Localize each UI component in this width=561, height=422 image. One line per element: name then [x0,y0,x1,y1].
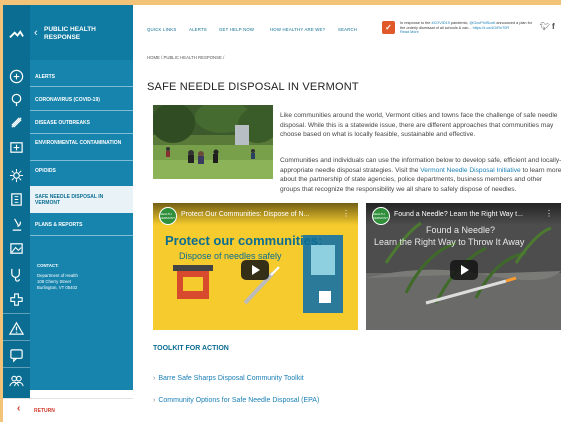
video-title[interactable]: Protect Our Communities: Dispose of N... [181,211,309,218]
breadcrumb[interactable]: HOME / PUBLIC HEALTH RESPONSE / [147,55,224,60]
rail-divider [3,340,30,341]
tweet-handle[interactable]: @GovPhilScott [469,21,495,25]
plus-icon[interactable] [8,291,25,308]
nav-item-label: PLANS & REPORTS [35,222,83,228]
top-link-alerts[interactable]: ALERTS [189,27,207,32]
twitter-icon[interactable]: 🐦︎ [540,22,550,31]
video-header: HEALTH VERMONT Found a Needle? Learn the… [366,203,561,225]
contact-label: CONTACT: [37,263,59,268]
body-paragraph: Communities and individuals can use the … [280,156,561,194]
nav-item-alerts[interactable]: ALERTS [30,71,133,83]
contact-block: CONTACT: Department of Health 108 Cherry… [37,263,129,291]
stethoscope-icon[interactable] [8,266,25,283]
chevron-right-icon: › [153,375,156,382]
toolkit-link-epa[interactable]: › Community Options for Safe Needle Dispo… [153,397,319,404]
tweet-url[interactable]: https://t.co/4GiRnT0R [473,26,510,30]
top-link-how-healthy[interactable]: HOW HEALTHY ARE WE? [270,27,325,32]
top-link-search[interactable]: SEARCH [338,27,357,32]
tweet-text-part: In response to the [400,21,432,25]
image-icon[interactable] [8,240,25,257]
chat-icon[interactable] [8,347,25,364]
vermont-logo-icon[interactable] [8,27,25,44]
nav-item-opioids[interactable]: OPIOIDS [30,165,133,177]
toolkit-heading: TOOLKIT FOR ACTION [153,345,229,352]
park-photo [153,105,273,179]
health-vermont-logo: HEALTH VERMONT [372,207,390,225]
nav-item-label: ENVIRONMENTAL CONTAMINATION [35,140,122,146]
nav-item-label: SAFE NEEDLE DISPOSAL IN VERMONT [35,194,104,206]
rail-divider [3,313,30,314]
chevron-left-icon: ‹ [17,403,21,414]
tweet-text-part: pandemic, [449,21,470,25]
video-found-a-needle[interactable]: HEALTH VERMONT Found a Needle? Learn the… [366,203,561,330]
nav-item-label: ALERTS [35,74,55,80]
social-feed-icon[interactable]: ✓ [382,21,395,34]
main-content: QUICK LINKS ALERTS GET HELP NOW HOW HEAL… [133,5,561,422]
rail-divider [3,367,30,368]
people-icon[interactable] [8,372,25,389]
top-link-get-help-now[interactable]: GET HELP NOW [219,27,254,32]
toolkit-link-label: Barre Safe Sharps Disposal Community Too… [158,375,304,382]
alert-icon[interactable] [8,68,25,85]
nav-item-disease-outbreaks[interactable]: DISEASE OUTBREAKS [30,117,133,129]
nav-divider [30,133,133,134]
top-link-quick-links[interactable]: QUICK LINKS [147,27,176,32]
nav-section-title: PUBLIC HEALTH RESPONSE [44,26,96,41]
toolkit-link-barre[interactable]: › Barre Safe Sharps Disposal Community To… [153,375,304,382]
nav-item-safe-needle-disposal[interactable]: SAFE NEEDLE DISPOSAL IN VERMONT [30,186,133,213]
chevron-right-icon: › [153,397,156,404]
facebook-icon[interactable]: f [552,22,555,31]
virus-icon[interactable] [8,91,25,108]
play-button[interactable] [450,260,478,280]
nav-header[interactable]: ‹ PUBLIC HEALTH RESPONSE [30,5,133,60]
building-icon[interactable] [8,191,25,208]
nav-item-coronavirus[interactable]: CORONAVIRUS (COVID-19) [30,94,133,106]
nav-divider [30,160,133,161]
warning-icon[interactable] [8,320,25,337]
video-overlay-line2: Learn the Right Way to Throw It Away [374,237,525,247]
nav-item-label: DISEASE OUTBREAKS [35,120,91,126]
contact-line: Burlington, VT 05402 [37,285,78,290]
intro-paragraph: Like communities around the world, Vermo… [280,112,558,139]
nav-item-environmental-contamination[interactable]: ENVIRONMENTAL CONTAMINATION [30,138,133,156]
tweet-read-more[interactable]: Read More [400,30,419,34]
nav-divider [30,235,133,236]
health-vermont-logo: HEALTH VERMONT [159,207,177,225]
return-label: RETURN [34,408,55,414]
icon-rail [3,5,30,422]
video-header: HEALTH VERMONT Protect Our Communities: … [153,203,358,225]
play-button[interactable] [241,260,269,280]
toolkit-link-label: Community Options for Safe Needle Dispos… [158,397,320,404]
chevron-left-icon[interactable]: ‹ [34,27,38,39]
microscope-icon[interactable] [8,216,25,233]
browser-frame: ‹ PUBLIC HEALTH RESPONSE ALERTS CORONAVI… [3,5,561,422]
page-title: SAFE NEEDLE DISPOSAL IN VERMONT [147,81,359,93]
tweet-hashtag[interactable]: #COVID19 [431,21,449,25]
video-overlay-line1: Found a Needle? [426,225,496,235]
sun-icon[interactable] [8,167,25,184]
return-button[interactable]: ‹ RETURN [3,398,133,422]
bug-icon[interactable] [8,114,25,131]
nav-item-label: OPIOIDS [35,168,56,174]
video-protect-communities[interactable]: HEALTH VERMONT Protect Our Communities: … [153,203,358,330]
video-headline: Protect our communities: [165,233,323,248]
nav-item-plans-reports[interactable]: PLANS & REPORTS [30,219,133,231]
video-title[interactable]: Found a Needle? Learn the Right Way t... [394,211,523,218]
nav-divider [30,110,133,111]
nav-divider [30,86,133,87]
more-options-icon[interactable]: ⋮ [545,209,553,218]
contamination-icon[interactable] [8,139,25,156]
nav-item-label: CORONAVIRUS (COVID-19) [35,97,100,103]
tweet-text[interactable]: In response to the #COVID19 pandemic, @G… [400,21,536,35]
more-options-icon[interactable]: ⋮ [342,209,350,218]
top-bar: QUICK LINKS ALERTS GET HELP NOW HOW HEAL… [133,5,561,50]
vermont-needle-disposal-link[interactable]: Vermont Needle Disposal Initiative [420,167,520,174]
section-nav: ‹ PUBLIC HEALTH RESPONSE ALERTS CORONAVI… [30,5,133,390]
